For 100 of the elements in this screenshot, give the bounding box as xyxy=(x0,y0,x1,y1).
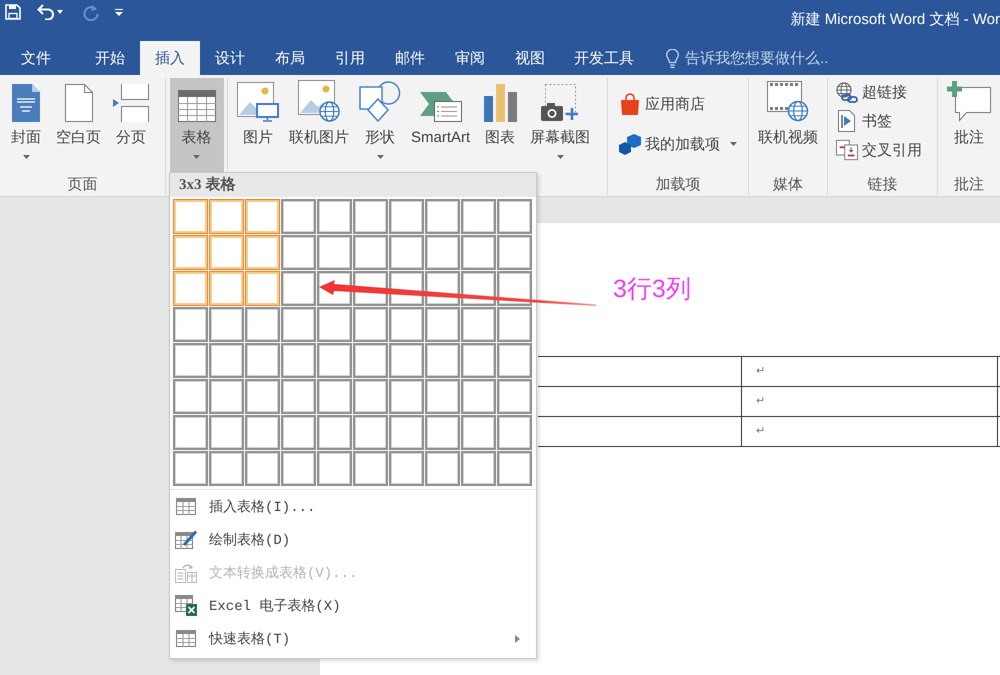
ribbon-button[interactable]: SmartArt xyxy=(409,78,472,172)
ribbon-tab[interactable]: 布局 xyxy=(260,41,320,75)
grid-cell[interactable] xyxy=(173,235,208,270)
menu-item[interactable]: 快速表格(T) xyxy=(170,622,536,655)
grid-cell[interactable] xyxy=(353,199,388,234)
grid-cell[interactable] xyxy=(209,379,244,414)
grid-cell[interactable] xyxy=(461,199,496,234)
ribbon-button[interactable]: 超链接 xyxy=(834,79,909,105)
ribbon-button[interactable]: 应用商店 xyxy=(617,92,707,116)
ribbon-button[interactable]: 联机视频 xyxy=(756,78,820,172)
ribbon-button[interactable]: 我的加载项 xyxy=(617,132,739,156)
ribbon-button[interactable]: 空白页 xyxy=(54,78,103,172)
grid-cell[interactable] xyxy=(209,235,244,270)
grid-cell[interactable] xyxy=(497,379,532,414)
grid-cell[interactable] xyxy=(209,343,244,378)
menu-item[interactable]: 插入表格(I)... xyxy=(170,490,536,523)
grid-cell[interactable] xyxy=(461,379,496,414)
ribbon-button[interactable]: 分页 xyxy=(109,78,153,172)
grid-cell[interactable] xyxy=(281,415,316,450)
grid-cell[interactable] xyxy=(173,271,208,306)
grid-cell[interactable] xyxy=(317,199,352,234)
grid-cell[interactable] xyxy=(173,379,208,414)
grid-cell[interactable] xyxy=(245,379,280,414)
grid-cell[interactable] xyxy=(389,415,424,450)
grid-cell[interactable] xyxy=(209,415,244,450)
menu-item[interactable]: Excel 电子表格(X) xyxy=(170,589,536,622)
grid-cell[interactable] xyxy=(353,343,388,378)
grid-cell[interactable] xyxy=(353,415,388,450)
grid-cell[interactable] xyxy=(173,199,208,234)
grid-cell[interactable] xyxy=(245,415,280,450)
ribbon-tab[interactable]: 插入 xyxy=(140,41,200,75)
grid-cell[interactable] xyxy=(389,199,424,234)
grid-cell[interactable] xyxy=(497,451,532,486)
grid-cell[interactable] xyxy=(209,199,244,234)
grid-cell[interactable] xyxy=(425,307,460,342)
grid-cell[interactable] xyxy=(389,379,424,414)
ribbon-button[interactable]: 联机图片 xyxy=(287,78,351,172)
grid-cell[interactable] xyxy=(461,307,496,342)
grid-cell[interactable] xyxy=(281,379,316,414)
grid-cell[interactable] xyxy=(173,415,208,450)
grid-cell[interactable] xyxy=(281,343,316,378)
ribbon-tab[interactable]: 设计 xyxy=(200,41,260,75)
save-button[interactable] xyxy=(5,4,21,20)
grid-cell[interactable] xyxy=(461,451,496,486)
ribbon-button[interactable]: 批注 xyxy=(945,78,993,172)
undo-button[interactable] xyxy=(37,4,63,20)
grid-cell[interactable] xyxy=(173,451,208,486)
grid-cell[interactable] xyxy=(245,271,280,306)
grid-cell[interactable] xyxy=(281,451,316,486)
grid-cell[interactable] xyxy=(173,307,208,342)
ribbon-tab[interactable]: 开始 xyxy=(80,41,140,75)
grid-cell[interactable] xyxy=(209,307,244,342)
grid-cell[interactable] xyxy=(353,235,388,270)
grid-cell[interactable] xyxy=(497,307,532,342)
grid-cell[interactable] xyxy=(425,199,460,234)
grid-cell[interactable] xyxy=(353,379,388,414)
grid-cell[interactable] xyxy=(281,307,316,342)
grid-cell[interactable] xyxy=(281,271,316,306)
grid-cell[interactable] xyxy=(425,415,460,450)
grid-cell[interactable] xyxy=(497,343,532,378)
grid-cell[interactable] xyxy=(281,199,316,234)
grid-cell[interactable] xyxy=(353,307,388,342)
ribbon-tab[interactable]: 引用 xyxy=(320,41,380,75)
grid-cell[interactable] xyxy=(245,307,280,342)
grid-cell[interactable] xyxy=(317,415,352,450)
grid-cell[interactable] xyxy=(461,343,496,378)
ribbon-tab[interactable]: 视图 xyxy=(500,41,560,75)
grid-cell[interactable] xyxy=(317,379,352,414)
customize-button[interactable] xyxy=(115,8,123,16)
tell-me-field[interactable]: 告诉我您想要做什么.. xyxy=(685,50,865,66)
grid-cell[interactable] xyxy=(353,451,388,486)
ribbon-tab[interactable]: 文件 xyxy=(0,41,72,75)
ribbon-button[interactable]: 图表 xyxy=(478,78,522,172)
grid-cell[interactable] xyxy=(389,235,424,270)
grid-cell[interactable] xyxy=(497,271,532,306)
ribbon-button[interactable]: 图片 xyxy=(235,78,281,172)
grid-cell[interactable] xyxy=(209,451,244,486)
grid-cell[interactable] xyxy=(461,415,496,450)
grid-cell[interactable] xyxy=(245,343,280,378)
ribbon-tab[interactable]: 开发工具 xyxy=(560,41,648,75)
grid-cell[interactable] xyxy=(389,451,424,486)
grid-cell[interactable] xyxy=(245,235,280,270)
grid-cell[interactable] xyxy=(389,343,424,378)
ribbon-tab[interactable]: 审阅 xyxy=(440,41,500,75)
grid-cell[interactable] xyxy=(209,271,244,306)
grid-cell[interactable] xyxy=(425,343,460,378)
grid-cell[interactable] xyxy=(317,343,352,378)
grid-cell[interactable] xyxy=(245,199,280,234)
grid-cell[interactable] xyxy=(425,379,460,414)
ribbon-button[interactable]: 形状 xyxy=(357,78,403,172)
grid-cell[interactable] xyxy=(497,199,532,234)
grid-cell[interactable] xyxy=(317,235,352,270)
grid-cell[interactable] xyxy=(497,235,532,270)
ribbon-tab[interactable]: 邮件 xyxy=(380,41,440,75)
grid-cell[interactable] xyxy=(245,451,280,486)
menu-item[interactable]: 绘制表格(D) xyxy=(170,523,536,556)
grid-cell[interactable] xyxy=(317,451,352,486)
grid-cell[interactable] xyxy=(461,235,496,270)
grid-cell[interactable] xyxy=(425,235,460,270)
ribbon-button[interactable]: 屏幕截图 xyxy=(528,78,592,172)
